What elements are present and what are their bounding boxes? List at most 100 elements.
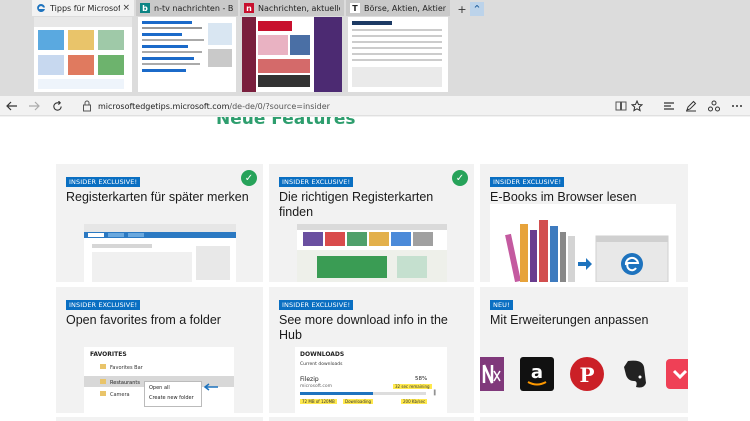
web-note-button[interactable] — [684, 99, 698, 113]
share-icon — [708, 100, 720, 112]
star-icon — [631, 100, 643, 112]
ntv-favicon-icon: n — [244, 3, 254, 13]
feature-card-partial — [56, 417, 263, 421]
address-bar-row: microsoftedgetips.microsoft.com/de-de/0/… — [0, 96, 750, 116]
svg-text:P: P — [579, 363, 594, 387]
arrow-left-icon — [203, 383, 218, 391]
url-domain: microsoftedgetips.microsoft.com — [98, 101, 230, 111]
card-title: Die richtigen Registerkarten finden — [279, 190, 434, 219]
refresh-icon — [52, 100, 62, 111]
url-text: microsoftedgetips.microsoft.com/de-de/0/… — [98, 102, 330, 111]
feature-card-download-info[interactable]: INSIDER EXCLUSIVE! See more download inf… — [269, 287, 474, 413]
tab-close-icon[interactable]: × — [122, 3, 130, 13]
more-button[interactable] — [730, 99, 744, 113]
card-title: See more download info in the Hub — [279, 313, 448, 342]
checkmark-icon: ✓ — [241, 170, 257, 186]
card-title: Registerkarten für später merken — [66, 190, 249, 204]
favorite-button[interactable] — [630, 99, 644, 113]
tab-edge-tips[interactable]: Tipps für Microsoft Edg × — [32, 0, 134, 96]
amazon-icon: a — [520, 357, 554, 391]
new-tab-button[interactable]: + — [455, 2, 469, 16]
hub-icon — [664, 102, 674, 110]
download-progress-fill — [300, 392, 374, 395]
tab-preview — [34, 17, 132, 92]
tab-label: Nachrichten, aktuelle Schla — [258, 3, 340, 13]
download-speed: 200 Kb/sec — [401, 399, 428, 404]
tab-bar: Tipps für Microsoft Edg × b n-tv nachric… — [0, 0, 750, 96]
favorites-screenshot: FAVORITES Favorites Bar Restaurants Came… — [84, 347, 234, 413]
tab-preview — [242, 17, 342, 92]
tab-label: Tipps für Microsoft Edg — [50, 3, 121, 13]
new-badge: NEU! — [490, 300, 513, 310]
collapse-tabs-button[interactable]: ⌃ — [470, 2, 484, 16]
back-arrow-icon — [6, 101, 17, 111]
ellipsis-icon — [732, 105, 742, 107]
teleboerse-favicon-icon: T — [350, 3, 360, 13]
pen-icon — [686, 100, 697, 112]
favorites-header: FAVORITES — [90, 351, 127, 358]
download-size: 72 MB of 120MB — [300, 399, 337, 404]
web-page: Neue Features INSIDER EXCLUSIVE! ✓ Regis… — [0, 117, 750, 421]
tab-label: Börse, Aktien, Aktienkurse, I — [364, 3, 446, 13]
download-remaining: 32 sec remaining — [393, 384, 432, 389]
forward-button[interactable] — [27, 99, 41, 113]
ebooks-illustration — [490, 204, 676, 282]
bing-favicon-icon: b — [140, 3, 150, 13]
edge-favicon-icon — [36, 3, 46, 13]
svg-text:a: a — [531, 362, 543, 383]
share-button[interactable] — [707, 99, 721, 113]
tab-ntv[interactable]: n Nachrichten, aktuelle Schla — [240, 0, 344, 96]
reading-view-button[interactable] — [614, 99, 628, 113]
checkmark-icon: ✓ — [452, 170, 468, 186]
downloads-screenshot: DOWNLOADS Current downloads Filezip 58% … — [295, 347, 447, 413]
tab-teleboerse[interactable]: T Börse, Aktien, Aktienkurse, I — [346, 0, 450, 96]
downloads-subheader: Current downloads — [300, 362, 343, 367]
card-title: E-Books im Browser lesen — [490, 190, 637, 204]
feature-card-find-tabs[interactable]: INSIDER EXCLUSIVE! ✓ Die richtigen Regis… — [269, 164, 474, 282]
download-file-name: Filezip — [300, 376, 319, 383]
feature-card-partial — [480, 417, 688, 421]
evernote-icon — [620, 357, 650, 391]
feature-card-open-favorites[interactable]: INSIDER EXCLUSIVE! Open favorites from a… — [56, 287, 263, 413]
forward-arrow-icon — [29, 101, 40, 111]
tab-preview — [138, 17, 236, 92]
insider-badge: INSIDER EXCLUSIVE! — [279, 300, 354, 310]
tab-preview — [348, 17, 448, 92]
onenote-clipper-icon — [480, 357, 504, 391]
feature-card-extensions[interactable]: NEU! Mit Erweiterungen anpassen a P — [480, 287, 688, 413]
tab-label: n-tv nachrichten - Bing — [154, 3, 234, 13]
url-path: /de-de/0/?source=insider — [229, 101, 330, 111]
pinterest-icon: P — [570, 357, 604, 391]
download-status: Downloading — [343, 399, 374, 404]
insider-badge: INSIDER EXCLUSIVE! — [66, 177, 141, 187]
save-tabs-screenshot — [84, 224, 236, 282]
tab-bing[interactable]: b n-tv nachrichten - Bing — [136, 0, 238, 96]
lock-icon — [83, 100, 91, 112]
menu-create-folder: Create new folder — [149, 395, 194, 401]
address-field[interactable]: microsoftedgetips.microsoft.com/de-de/0/… — [82, 98, 602, 114]
back-button[interactable] — [5, 99, 19, 113]
browser-window: Tipps für Microsoft Edg × b n-tv nachric… — [0, 0, 750, 421]
favorites-item: Favorites Bar — [90, 364, 230, 374]
pocket-icon — [666, 359, 688, 389]
insider-badge: INSIDER EXCLUSIVE! — [279, 177, 354, 187]
hub-button[interactable] — [662, 99, 676, 113]
card-title: Open favorites from a folder — [66, 313, 221, 327]
insider-badge: INSIDER EXCLUSIVE! — [490, 177, 565, 187]
download-progress-track — [300, 392, 426, 395]
find-tabs-screenshot — [297, 224, 447, 282]
feature-card-partial — [269, 417, 474, 421]
book-icon — [615, 101, 627, 111]
feature-card-save-tabs[interactable]: INSIDER EXCLUSIVE! ✓ Registerkarten für … — [56, 164, 263, 282]
section-title: Neue Features — [216, 117, 356, 129]
context-menu: Open all Create new folder — [144, 381, 202, 407]
downloads-header: DOWNLOADS — [300, 351, 345, 358]
card-title: Mit Erweiterungen anpassen — [490, 313, 649, 327]
books-and-browser-icon — [505, 220, 669, 282]
refresh-button[interactable] — [50, 99, 64, 113]
insider-badge: INSIDER EXCLUSIVE! — [66, 300, 141, 310]
menu-open-all: Open all — [149, 385, 170, 391]
feature-card-ebooks[interactable]: INSIDER EXCLUSIVE! E-Books im Browser le… — [480, 164, 688, 282]
pause-icon[interactable]: ∥ — [433, 389, 436, 396]
download-percent: 58% — [415, 376, 428, 382]
